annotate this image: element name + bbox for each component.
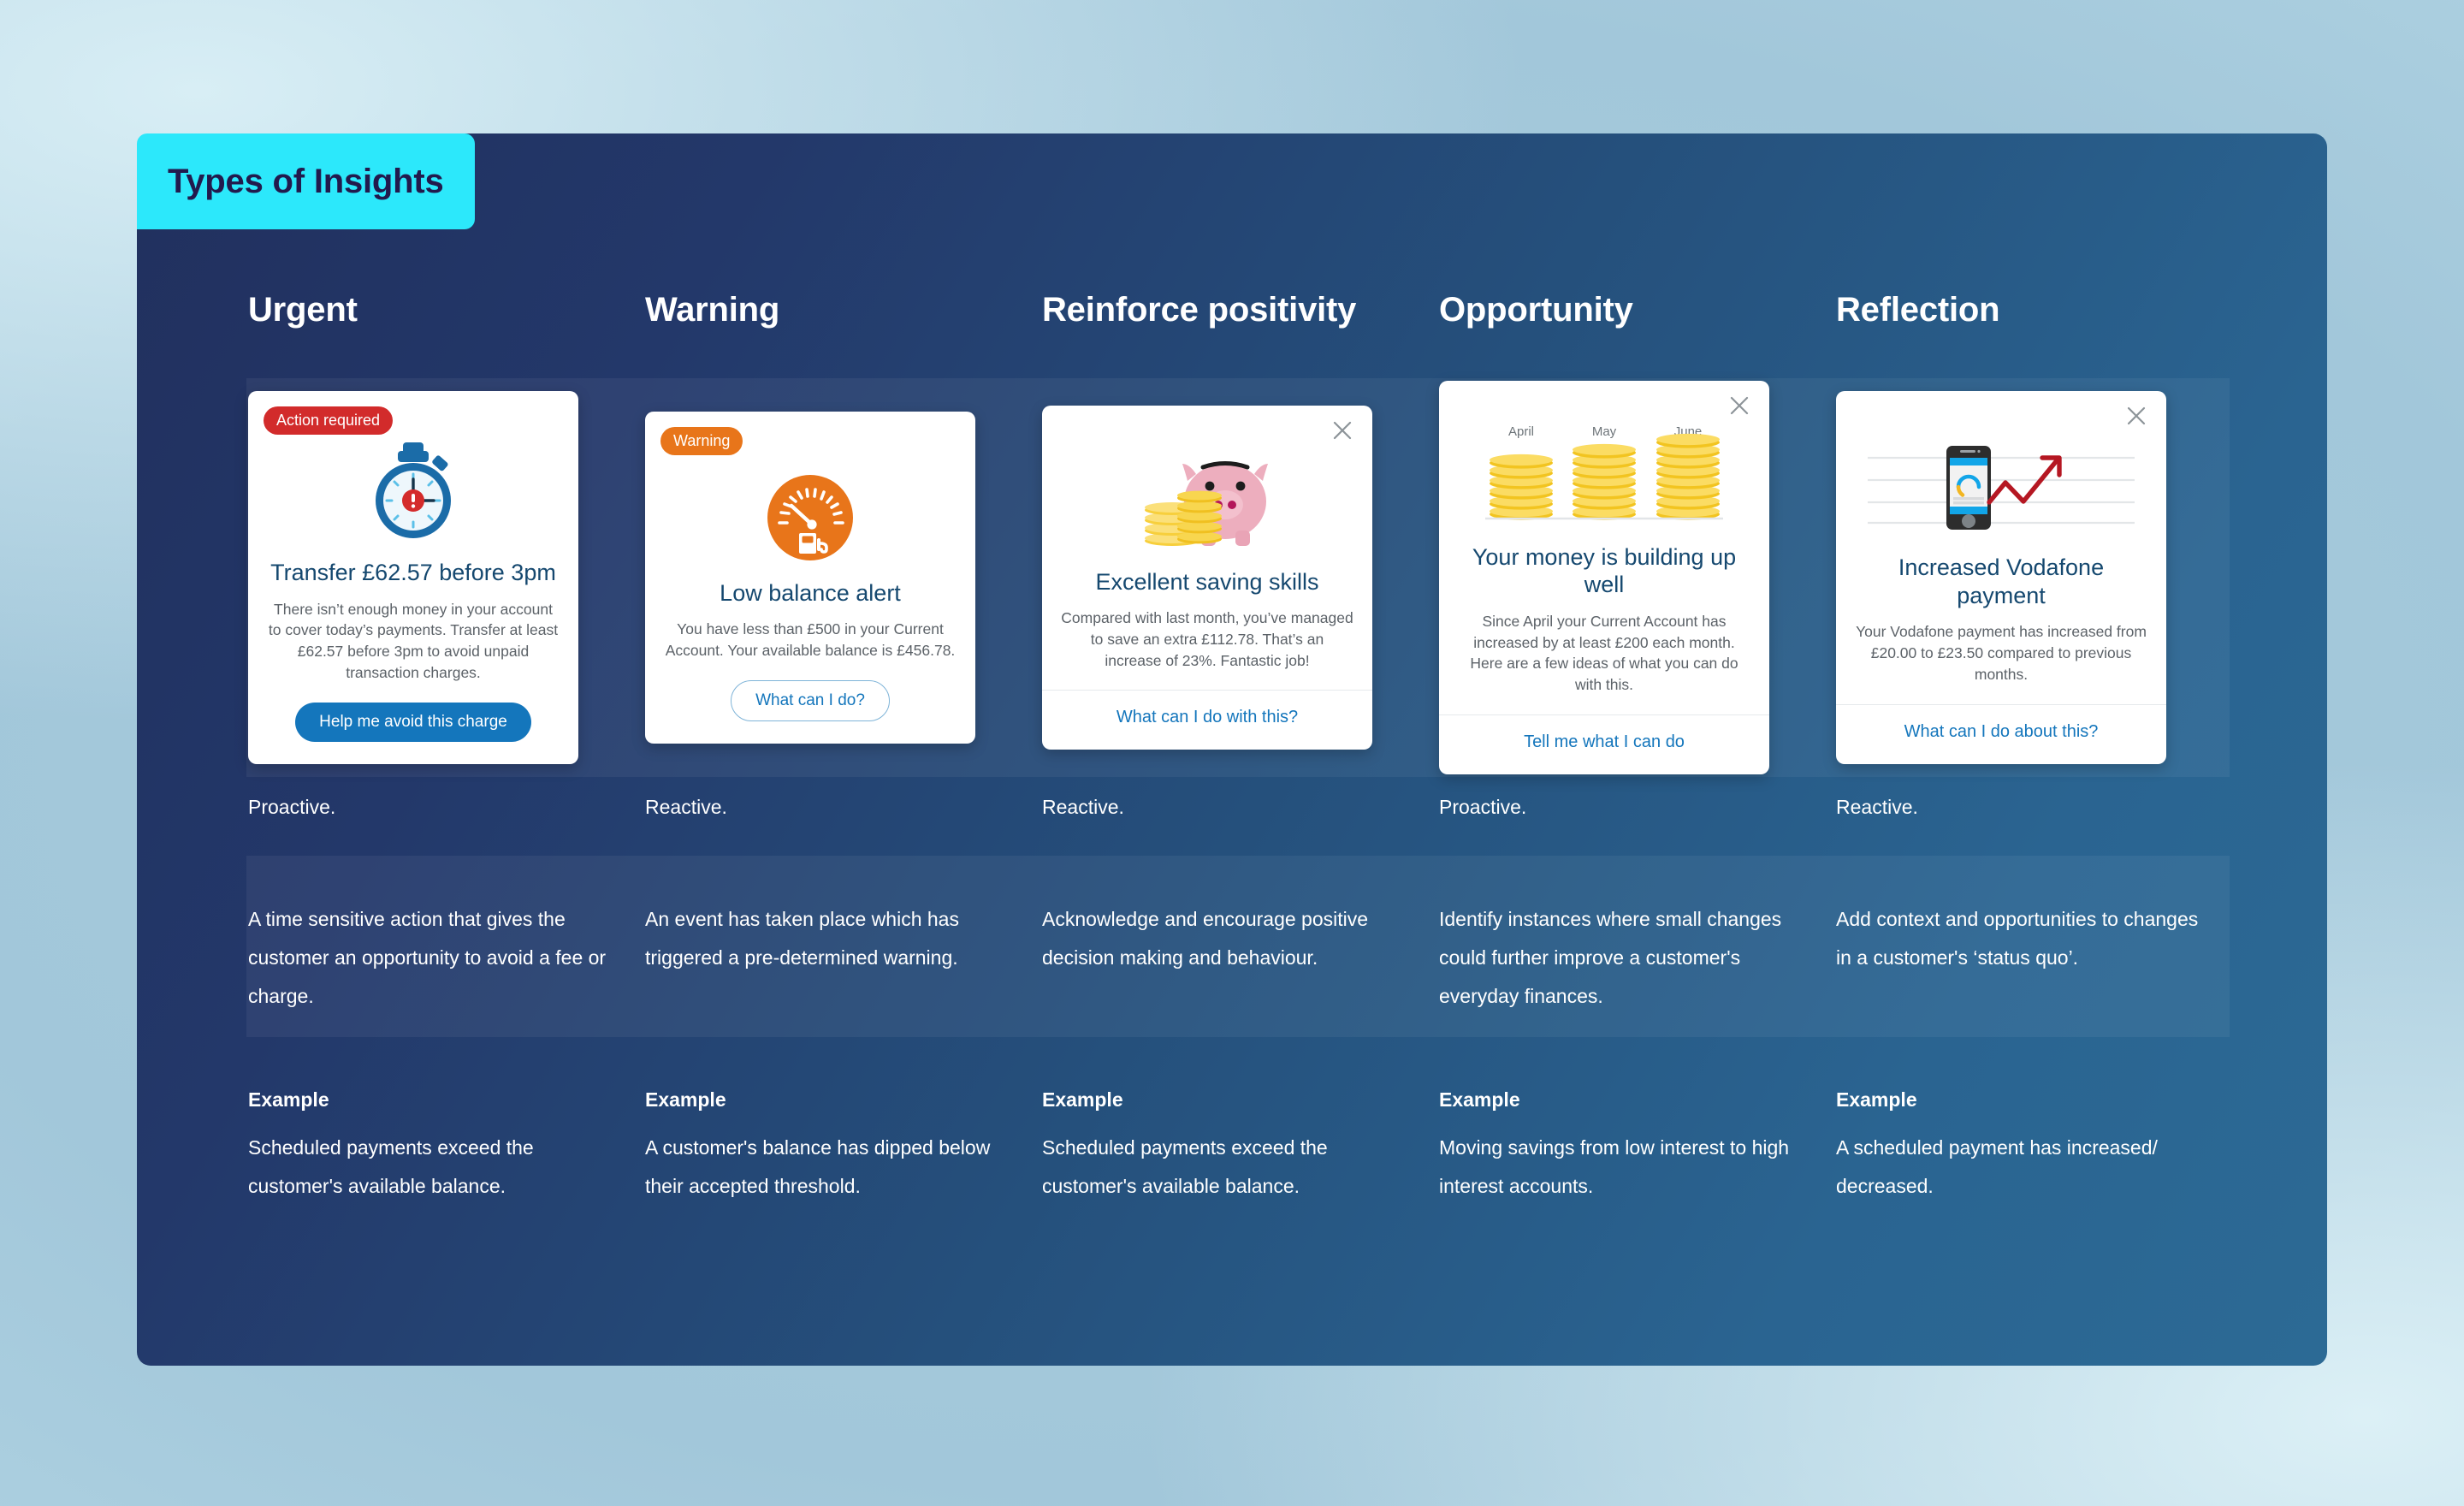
card-title: Excellent saving skills (1095, 568, 1319, 595)
column-header-urgent: Urgent (248, 291, 645, 329)
tell-me-what-i-can-do-link[interactable]: Tell me what I can do (1439, 714, 1769, 752)
piggy-bank-icon (1134, 447, 1280, 551)
card-cell-urgent: Action required Transfer £62.57 before 3… (248, 391, 645, 764)
column-header-label: Warning (645, 291, 780, 329)
insight-card-reflection[interactable]: Increased Vodafone payment Your Vodafone… (1836, 391, 2166, 764)
example-label: Example (1439, 1088, 1520, 1111)
insight-example-reflection: Example A scheduled payment has increase… (1836, 1088, 2233, 1206)
insight-card-reinforce-positivity[interactable]: Excellent saving skills Compared with la… (1042, 405, 1372, 750)
what-can-i-do-button[interactable]: What can I do? (731, 680, 890, 722)
card-body: Compared with last month, you’ve managed… (1061, 608, 1353, 669)
column-headers-row: Urgent Warning Reinforce positivity Oppo… (248, 291, 2233, 329)
close-icon[interactable] (1330, 418, 1355, 443)
insight-example-reinforce-positivity: Example Scheduled payments exceed the cu… (1042, 1088, 1439, 1206)
example-text: Scheduled payments exceed the customer's… (1042, 1136, 1328, 1197)
example-text: Moving savings from low interest to high… (1439, 1136, 1790, 1197)
page-title-tab: Types of Insights (137, 133, 475, 229)
status-badge: Action required (264, 406, 394, 436)
insight-mode-reflection: Reactive. (1836, 796, 1918, 818)
column-header-opportunity: Opportunity (1439, 291, 1836, 329)
column-header-warning: Warning (645, 291, 1042, 329)
stopwatch-icon (366, 437, 460, 542)
insight-card-warning[interactable]: Warning Low balance alert You have less … (645, 411, 975, 744)
example-label: Example (645, 1088, 726, 1111)
insight-description-reflection: Add context and opportunities to changes… (1836, 908, 2199, 969)
card-cell-warning: Warning Low balance alert You have less … (645, 411, 1042, 744)
insight-description-urgent: A time sensitive action that gives the c… (248, 908, 607, 1007)
example-label: Example (1042, 1088, 1123, 1111)
example-text: Scheduled payments exceed the customer's… (248, 1136, 534, 1197)
example-label: Example (248, 1088, 329, 1111)
insight-description-reinforce-positivity: Acknowledge and encourage positive decis… (1042, 908, 1369, 969)
example-text: A customer's balance has dipped below th… (645, 1136, 991, 1197)
insight-example-urgent: Example Scheduled payments exceed the cu… (248, 1088, 645, 1206)
card-cell-reinforce-positivity: Excellent saving skills Compared with la… (1042, 405, 1439, 750)
phone-rising-chart-icon (1864, 432, 2138, 537)
card-cell-opportunity: April May June Your money is building up… (1439, 380, 1836, 775)
card-body: Your Vodafone payment has increased from… (1856, 623, 2147, 683)
chart-label-may: May (1592, 424, 1617, 439)
card-title: Transfer £62.57 before 3pm (270, 560, 556, 586)
close-icon[interactable] (1727, 393, 1752, 418)
insight-mode-opportunity: Proactive. (1439, 796, 1527, 818)
example-text: A scheduled payment has increased/ decre… (1836, 1136, 2158, 1197)
insight-mode-warning: Reactive. (645, 796, 727, 818)
column-header-label: Urgent (248, 291, 358, 329)
chart-label-april: April (1508, 424, 1534, 439)
card-cell-reflection: Increased Vodafone payment Your Vodafone… (1836, 391, 2233, 764)
insight-mode-urgent: Proactive. (248, 796, 336, 818)
card-title: Low balance alert (720, 579, 901, 606)
insight-card-urgent[interactable]: Action required Transfer £62.57 before 3… (248, 391, 578, 764)
column-header-reinforce-positivity: Reinforce positivity (1042, 291, 1439, 329)
what-can-i-do-with-this-link[interactable]: What can I do with this? (1042, 690, 1372, 727)
close-icon[interactable] (2123, 403, 2149, 429)
insight-mode-reinforce-positivity: Reactive. (1042, 796, 1124, 818)
what-can-i-do-about-this-link[interactable]: What can I do about this? (1836, 703, 2166, 742)
card-body: There isn’t enough money in your account… (268, 600, 559, 682)
column-header-label: Opportunity (1439, 291, 1633, 329)
coin-stacks-chart-icon: April May June (1480, 422, 1728, 526)
card-body: Since April your Current Account has inc… (1470, 612, 1738, 694)
insight-description-row: A time sensitive action that gives the c… (248, 900, 2233, 1016)
insight-mode-row: Proactive. Reactive. Reactive. Proactive… (248, 796, 2233, 819)
card-title: Your money is building up well (1472, 543, 1737, 598)
insight-description-opportunity: Identify instances where small changes c… (1439, 908, 1782, 1007)
example-label: Example (1836, 1088, 1917, 1111)
status-badge: Warning (660, 426, 743, 455)
page-title: Types of Insights (168, 162, 444, 200)
column-header-reflection: Reflection (1836, 291, 2233, 329)
insight-card-opportunity[interactable]: April May June Your money is building up… (1439, 380, 1769, 775)
help-me-avoid-this-charge-button[interactable]: Help me avoid this charge (295, 702, 531, 742)
fuel-gauge-icon (766, 458, 855, 562)
insight-example-warning: Example A customer's balance has dipped … (645, 1088, 1042, 1206)
insight-description-warning: An event has taken place which has trigg… (645, 908, 959, 969)
column-header-label: Reflection (1836, 291, 2000, 329)
insight-example-opportunity: Example Moving savings from low interest… (1439, 1088, 1836, 1206)
card-body: You have less than £500 in your Current … (665, 620, 956, 660)
column-header-label: Reinforce positivity (1042, 291, 1357, 329)
insight-cards-row: Action required Transfer £62.57 before 3… (248, 378, 2233, 777)
insight-example-row: Example Scheduled payments exceed the cu… (248, 1088, 2233, 1206)
card-title: Increased Vodafone payment (1898, 554, 2105, 608)
